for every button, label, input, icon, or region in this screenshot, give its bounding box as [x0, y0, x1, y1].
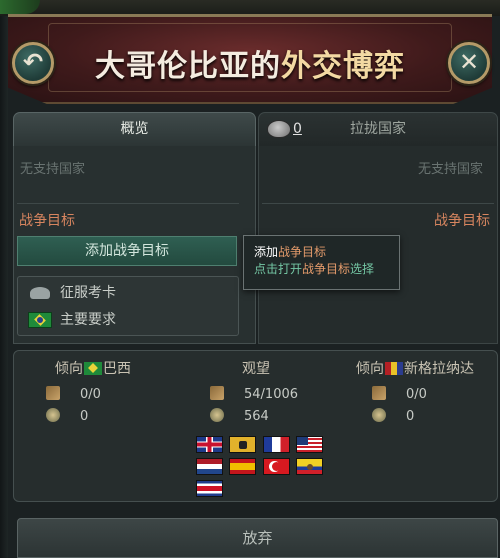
general-icon — [46, 408, 60, 422]
uk-flag[interactable] — [196, 436, 223, 453]
usa-flag[interactable] — [296, 436, 323, 453]
lean-country: 巴西 — [103, 361, 131, 377]
spain-flag[interactable] — [229, 458, 256, 475]
ecuador-flag[interactable] — [296, 458, 323, 475]
general-icon — [210, 408, 224, 422]
lean-prefix: 倾向 — [356, 361, 384, 377]
lean-prefix: 倾向 — [55, 361, 83, 377]
left-generals: 0 — [46, 408, 88, 426]
top-left-ornament — [0, 0, 40, 14]
left-edge-strip — [0, 16, 8, 558]
close-icon: ✕ — [458, 48, 480, 76]
left-divider — [17, 203, 239, 204]
undo-arrow-icon: ↶ — [22, 48, 44, 76]
right-generals: 0 — [372, 408, 414, 426]
brazil-flag-icon — [84, 362, 102, 375]
tooltip-text: 选择 — [350, 262, 375, 276]
soldiers-value: 0/0 — [80, 387, 101, 402]
right-soldiers: 0/0 — [372, 386, 427, 404]
title-highlight: 外交博弈 — [281, 49, 405, 84]
left-soldiers: 0/0 — [46, 386, 101, 404]
lean-new-granada-header: 倾向 新格拉纳达 — [356, 358, 474, 378]
austria-flag[interactable] — [229, 436, 256, 453]
tab-overview-label: 概览 — [120, 121, 149, 137]
neutral-header: 观望 — [242, 358, 270, 378]
conquer-icon — [30, 287, 50, 299]
right-war-goals-label: 战争目标 — [434, 213, 490, 229]
soldiers-value: 0/0 — [406, 387, 427, 402]
tooltip-highlight: 战争目标 — [278, 245, 327, 259]
generals-value: 0 — [80, 409, 89, 424]
middle-soldiers: 54/1006 — [210, 386, 298, 404]
tooltip-text: 添加 — [254, 245, 279, 259]
tooltip-line-1: 添加战争目标 — [254, 244, 389, 261]
add-war-goal-label: 添加战争目标 — [85, 243, 169, 259]
general-icon — [372, 408, 386, 422]
tooltip-text: 点击打开 — [254, 262, 303, 276]
neutral-label: 观望 — [242, 361, 270, 377]
tooltip-highlight: 战争目标 — [302, 262, 351, 276]
left-no-support-text: 无支持国家 — [20, 162, 86, 177]
top-strip — [0, 0, 500, 16]
new-granada-flag-icon — [385, 362, 403, 375]
war-goal-primary-demand[interactable]: 主要要求 — [26, 309, 226, 331]
lobby-count: 0 — [293, 121, 302, 137]
war-goal-label: 主要要求 — [60, 312, 116, 328]
generals-value: 0 — [406, 409, 415, 424]
tooltip-line-2: 点击打开战争目标选择 — [254, 261, 389, 278]
war-goal-list: 征服考卡 主要要求 — [17, 276, 239, 336]
lean-brazil-header: 倾向 巴西 — [55, 358, 131, 378]
back-button[interactable]: ↶ — [12, 42, 54, 84]
left-war-goals-label: 战争目标 — [19, 213, 75, 229]
header-banner: 大哥伦比亚的外交博弈 — [8, 14, 492, 104]
right-no-support-text: 无支持国家 — [418, 162, 484, 177]
add-war-goal-tooltip: 添加战争目标 点击打开战争目标选择 — [243, 235, 400, 290]
netherlands-flag[interactable] — [196, 458, 223, 475]
soldiers-value: 54/1006 — [244, 387, 299, 402]
give-up-button[interactable]: 放弃 — [17, 518, 498, 558]
tab-lobby-label: 拉拢国家 — [350, 121, 406, 137]
middle-generals: 564 — [210, 408, 269, 426]
handshake-icon — [267, 120, 291, 138]
war-goal-conquer[interactable]: 征服考卡 — [26, 282, 226, 304]
right-divider — [262, 203, 494, 204]
brazil-flag-icon — [28, 312, 52, 328]
generals-value: 564 — [244, 409, 269, 424]
soldier-icon — [210, 386, 224, 400]
lean-country: 新格拉纳达 — [404, 361, 474, 377]
give-up-label: 放弃 — [242, 529, 273, 547]
costa-rica-flag[interactable] — [196, 480, 223, 497]
soldier-icon — [46, 386, 60, 400]
turkey-flag[interactable] — [263, 458, 290, 475]
add-war-goal-button[interactable]: 添加战争目标 — [17, 236, 237, 266]
tab-overview[interactable]: 概览 — [13, 112, 256, 146]
close-button[interactable]: ✕ — [448, 42, 490, 84]
page-title: 大哥伦比亚的外交博弈 — [8, 41, 492, 85]
title-country: 大哥伦比亚的 — [95, 49, 281, 84]
tab-lobby-countries[interactable]: 0 拉拢国家 — [258, 112, 498, 146]
war-goal-label: 征服考卡 — [60, 285, 116, 301]
soldier-icon — [372, 386, 386, 400]
france-flag[interactable] — [263, 436, 290, 453]
